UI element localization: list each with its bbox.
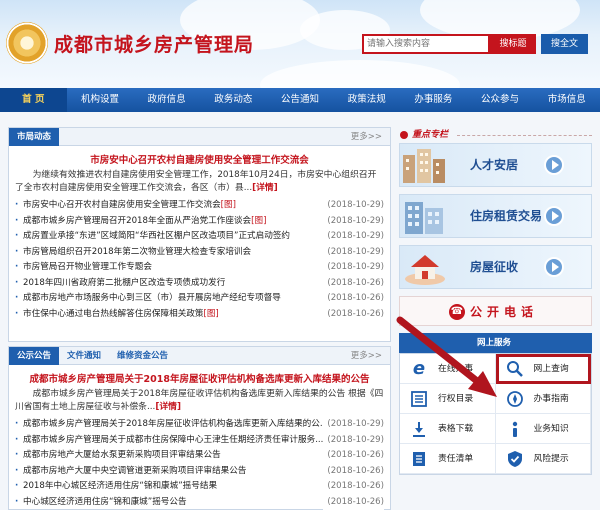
banner-house-expropriation[interactable]: 房屋征收 [399, 245, 592, 289]
service-form-download[interactable]: 表格下载 [400, 414, 496, 444]
news-panel: 市局动态 更多>> 市房安中心召开农村自建房使用安全管理工作交流会 为继续有效推… [8, 127, 391, 342]
notice-list: 成都市城乡房产管理局关于2018年房屋征收评估机构备选库更新入库结果的公...(… [15, 417, 384, 510]
list-item[interactable]: 成都市房地产大厦给水泵更新采购项目评审结果公告(2018-10-26) [15, 448, 384, 464]
list-item[interactable]: 市房管局召开物业管理工作专题会(2018-10-29) [15, 260, 384, 276]
list-item[interactable]: 成都市城乡房产管理局召开2018年全面从严治党工作座谈会[图](2018-10-… [15, 213, 384, 229]
apartment-icon [405, 202, 443, 234]
service-knowledge[interactable]: 业务知识 [495, 414, 591, 444]
service-guide[interactable]: 办事指南 [495, 384, 591, 414]
house-hand-icon [405, 255, 445, 285]
notice-more-link[interactable]: 更多>> [351, 347, 382, 365]
buildings-icon [403, 149, 445, 183]
search-title-button[interactable]: 搜标题 [490, 34, 536, 54]
tab-file-notice[interactable]: 文件通知 [59, 347, 109, 365]
nav-organization[interactable]: 机构设置 [67, 88, 134, 112]
document-icon [410, 450, 428, 468]
banner-label: 住房租赁交易 [470, 209, 543, 223]
tab-maintenance-fund[interactable]: 维修资金公告 [109, 347, 176, 365]
nav-services[interactable]: 办事服务 [400, 88, 467, 112]
list-item[interactable]: 市房安中心召开农村自建房使用安全管理工作交流会[图](2018-10-29) [15, 198, 384, 214]
arrow-right-icon [544, 155, 564, 175]
service-risk-alert[interactable]: 风险提示 [495, 444, 591, 474]
list-item[interactable]: 中心城区经济适用住房“锦和康城”摇号公告(2018-10-26) [15, 494, 384, 510]
site-logo [6, 22, 48, 64]
arrow-right-icon [544, 206, 564, 226]
search-icon [506, 360, 524, 378]
list-item[interactable]: 成都市房地产市场服务中心到三区（市）县开展房地产经纪专项督导(2018-10-2… [15, 291, 384, 307]
service-responsibility-list[interactable]: 责任清单 [400, 444, 496, 474]
phone-icon: ☎ [449, 304, 465, 320]
tab-public-notice[interactable]: 公示公告 [9, 347, 60, 365]
main-nav: 首 页 机构设置 政府信息 政务动态 公告通知 政策法规 办事服务 公众参与 市… [0, 88, 600, 112]
search-fulltext-button[interactable]: 搜全文 [541, 34, 588, 54]
banner-rental-trading[interactable]: 住房租赁交易 [399, 194, 592, 238]
public-phone-bar[interactable]: ☎ 公开电话 [399, 296, 592, 326]
compass-icon [506, 390, 524, 408]
news-summary: 为继续有效推进农村自建房使用安全管理工作，2018年10月24日，市房安中心组织… [15, 170, 377, 193]
list-item[interactable]: 2018年四川省政府第二批棚户区改造专项债成功发行(2018-10-26) [15, 275, 384, 291]
list-icon [410, 390, 428, 408]
online-service-header: 网上服务 [399, 333, 592, 353]
arrow-right-icon [544, 257, 564, 277]
e-icon: e [412, 358, 426, 379]
tab-city-news[interactable]: 市局动态 [9, 128, 60, 146]
notice-summary: 成都市城乡房产管理局关于2018年房屋征收评估机构备选库更新入库结果的公告 根据… [15, 389, 384, 412]
list-item[interactable]: 市房管局组织召开2018年第二次物业管理大检查专家培训会(2018-10-29) [15, 244, 384, 260]
list-item[interactable]: 成房置业承接“东进”区域简阳“华西社区棚户区改造项目”正式启动签约(2018-1… [15, 229, 384, 245]
download-icon [410, 420, 428, 438]
notice-panel: 公示公告 文件通知 维修资金公告 更多>> 成都市城乡房产管理局关于2018年房… [8, 346, 391, 510]
nav-notices[interactable]: 公告通知 [267, 88, 334, 112]
list-item[interactable]: 成都市城乡房产管理局关于成都市住房保障中心王津生任期经济责任审计服务...(20… [15, 432, 384, 448]
news-list: 市房安中心召开农村自建房使用安全管理工作交流会[图](2018-10-29) 成… [15, 198, 384, 322]
notice-detail-link[interactable]: [详情] [155, 402, 181, 412]
banner-label: 房屋征收 [470, 260, 519, 274]
public-phone-label: 公开电话 [470, 305, 539, 319]
special-column-header: 重点专栏 [399, 127, 592, 143]
nav-gov-news[interactable]: 政务动态 [200, 88, 267, 112]
service-power-catalog[interactable]: 行权目录 [400, 384, 496, 414]
list-item[interactable]: 市住保中心通过电台热线解答住房保障相关政策[图](2018-10-26) [15, 306, 384, 322]
service-online-affairs[interactable]: e 在线办事 [400, 354, 496, 384]
nav-market[interactable]: 市场信息 [533, 88, 600, 112]
info-icon [506, 420, 524, 438]
nav-policies[interactable]: 政策法规 [333, 88, 400, 112]
online-service-grid: e 在线办事 网上查询 行权目录 办事指南 表格下载 业务知识 责任清单 风险提… [399, 353, 592, 475]
nav-public[interactable]: 公众参与 [467, 88, 534, 112]
list-item[interactable]: 成都市城乡房产管理局关于2018年房屋征收评估机构备选库更新入库结果的公...(… [15, 417, 384, 433]
banner-talent-housing[interactable]: 人才安居 [399, 143, 592, 187]
right-column: 重点专栏 人才安居 住房租赁交易 房屋征收 ☎ 公开电话 网上服务 e 在线办事… [399, 127, 592, 475]
list-item[interactable]: 2018年中心城区经济适用住房“锦和康城”摇号结果(2018-10-26) [15, 479, 384, 495]
search-input[interactable] [362, 34, 490, 54]
news-detail-link[interactable]: [详情] [252, 183, 278, 193]
service-online-query[interactable]: 网上查询 [495, 354, 591, 384]
list-item[interactable]: 成都市房地产大厦中央空调管道更新采购项目评审结果公告(2018-10-26) [15, 463, 384, 479]
news-headline[interactable]: 市房安中心召开农村自建房使用安全管理工作交流会 [9, 152, 390, 166]
nav-gov-info[interactable]: 政府信息 [133, 88, 200, 112]
site-title: 成都市城乡房产管理局 [54, 34, 255, 56]
notice-headline[interactable]: 成都市城乡房产管理局关于2018年房屋征收评估机构备选库更新入库结果的公告 [9, 371, 390, 385]
shield-icon [506, 450, 524, 468]
banner-label: 人才安居 [470, 158, 519, 172]
nav-home[interactable]: 首 页 [0, 88, 67, 112]
news-more-link[interactable]: 更多>> [351, 128, 382, 146]
site-header: 成都市城乡房产管理局 搜标题 搜全文 [0, 0, 600, 88]
